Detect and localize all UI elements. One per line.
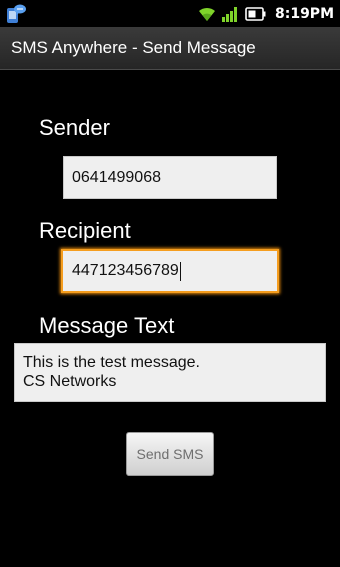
sender-label: Sender bbox=[39, 115, 110, 140]
send-sms-button-label: Send SMS bbox=[136, 446, 204, 462]
title-bar: SMS Anywhere - Send Message bbox=[0, 27, 340, 70]
clock: 8:19PM bbox=[274, 5, 334, 22]
text-cursor bbox=[179, 261, 181, 281]
battery-icon bbox=[245, 6, 266, 21]
recipient-value: 447123456789 bbox=[72, 262, 179, 279]
recipient-field[interactable]: 447123456789 bbox=[61, 249, 279, 293]
recipient-label: Recipient bbox=[39, 218, 131, 243]
screen: 8:19PM SMS Anywhere - Send Message Sende… bbox=[0, 0, 340, 567]
status-icons: 8:19PM bbox=[197, 0, 334, 27]
send-sms-button[interactable]: Send SMS bbox=[126, 432, 214, 476]
status-bar: 8:19PM bbox=[0, 0, 340, 27]
message-field[interactable]: This is the test message. CS Networks bbox=[14, 343, 326, 402]
message-value: This is the test message. CS Networks bbox=[23, 354, 200, 390]
signal-icon bbox=[221, 7, 237, 22]
wifi-icon bbox=[198, 7, 215, 22]
sms-notification-icon bbox=[7, 4, 26, 23]
sender-field[interactable]: 0641499068 bbox=[63, 156, 277, 199]
app-title: SMS Anywhere - Send Message bbox=[11, 38, 256, 57]
message-label: Message Text bbox=[39, 313, 175, 338]
sender-value: 0641499068 bbox=[72, 168, 161, 186]
